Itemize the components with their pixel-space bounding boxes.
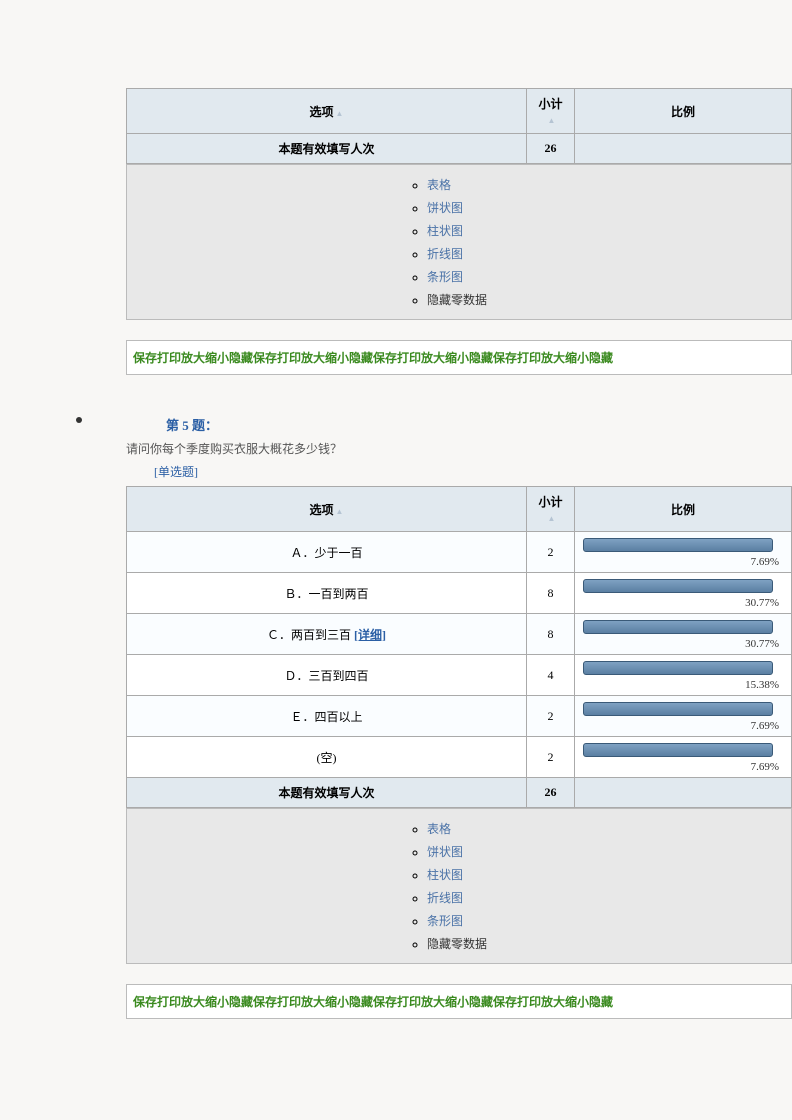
header-ratio: 比例 xyxy=(575,487,792,532)
table-row: Ｂ．一百到两百 8 30.77% xyxy=(127,573,792,614)
summary-count: 26 xyxy=(527,134,575,164)
actions-bar: 保存打印放大缩小隐藏保存打印放大缩小隐藏保存打印放大缩小隐藏保存打印放大缩小隐藏 xyxy=(126,984,792,1019)
pct-label: 30.77% xyxy=(745,638,779,650)
count-cell: 8 xyxy=(527,614,575,655)
actions-bar: 保存打印放大缩小隐藏保存打印放大缩小隐藏保存打印放大缩小隐藏保存打印放大缩小隐藏 xyxy=(126,340,792,375)
chart-option-column[interactable]: 柱状图 xyxy=(427,863,791,886)
chart-option-pie[interactable]: 饼状图 xyxy=(427,840,791,863)
option-cell: Ｂ．一百到两百 xyxy=(127,573,527,614)
chart-option-bar[interactable]: 条形图 xyxy=(427,265,791,288)
summary-label: 本题有效填写人次 xyxy=(127,134,527,164)
sort-icon[interactable]: ▲ xyxy=(336,109,344,118)
summary-blank xyxy=(575,778,792,808)
option-cell: Ｅ．四百以上 xyxy=(127,696,527,737)
chart-option-table[interactable]: 表格 xyxy=(427,817,791,840)
chart-option-pie[interactable]: 饼状图 xyxy=(427,196,791,219)
header-count[interactable]: 小计▲ xyxy=(527,487,575,532)
summary-row: 本题有效填写人次 26 xyxy=(127,134,792,164)
ratio-cell: 30.77% xyxy=(575,573,792,614)
table-row: Ｄ．三百到四百 4 15.38% xyxy=(127,655,792,696)
actions-text[interactable]: 保存打印放大缩小隐藏保存打印放大缩小隐藏保存打印放大缩小隐藏保存打印放大缩小隐藏 xyxy=(133,995,613,1009)
chart-option-line[interactable]: 折线图 xyxy=(427,886,791,909)
ratio-cell: 7.69% xyxy=(575,532,792,573)
option-cell: (空) xyxy=(127,737,527,778)
bar-icon xyxy=(583,702,773,716)
table-row: Ｃ．两百到三百 [详细] 8 30.77% xyxy=(127,614,792,655)
bar-icon xyxy=(583,620,773,634)
ratio-cell: 7.69% xyxy=(575,737,792,778)
table-row: Ａ．少于一百 2 7.69% xyxy=(127,532,792,573)
option-cell: Ｃ．两百到三百 [详细] xyxy=(127,614,527,655)
pct-label: 7.69% xyxy=(751,761,779,773)
sort-icon[interactable]: ▲ xyxy=(548,116,556,125)
table-row: (空) 2 7.69% xyxy=(127,737,792,778)
sort-icon[interactable]: ▲ xyxy=(548,514,556,523)
header-ratio: 比例 xyxy=(575,89,792,134)
ratio-cell: 7.69% xyxy=(575,696,792,737)
chart-option-hidezero[interactable]: 隐藏零数据 xyxy=(427,932,791,955)
ratio-cell: 15.38% xyxy=(575,655,792,696)
header-count[interactable]: 小计▲ xyxy=(527,89,575,134)
bar-icon xyxy=(583,579,773,593)
option-cell: Ｄ．三百到四百 xyxy=(127,655,527,696)
summary-blank xyxy=(575,134,792,164)
pct-label: 7.69% xyxy=(751,720,779,732)
chart-option-column[interactable]: 柱状图 xyxy=(427,219,791,242)
table-row: Ｅ．四百以上 2 7.69% xyxy=(127,696,792,737)
bar-icon xyxy=(583,661,773,675)
chart-option-hidezero[interactable]: 隐藏零数据 xyxy=(427,288,791,311)
count-cell: 2 xyxy=(527,532,575,573)
question-label: 第 5 题： xyxy=(166,418,218,433)
pct-label: 15.38% xyxy=(745,679,779,691)
header-option[interactable]: 选项▲ xyxy=(127,89,527,134)
summary-label: 本题有效填写人次 xyxy=(127,778,527,808)
chart-type-selector: 表格 饼状图 柱状图 折线图 条形图 隐藏零数据 xyxy=(126,164,792,320)
summary-count: 26 xyxy=(527,778,575,808)
table-header-row: 选项▲ 小计▲ 比例 xyxy=(127,487,792,532)
survey-table-q5: 选项▲ 小计▲ 比例 Ａ．少于一百 2 7.69% Ｂ．一百到两百 8 xyxy=(126,486,792,808)
bar-icon xyxy=(583,538,773,552)
chart-option-bar[interactable]: 条形图 xyxy=(427,909,791,932)
chart-option-table[interactable]: 表格 xyxy=(427,173,791,196)
count-cell: 4 xyxy=(527,655,575,696)
table-header-row: 选项▲ 小计▲ 比例 xyxy=(127,89,792,134)
actions-text[interactable]: 保存打印放大缩小隐藏保存打印放大缩小隐藏保存打印放大缩小隐藏保存打印放大缩小隐藏 xyxy=(133,351,613,365)
survey-table-prev: 选项▲ 小计▲ 比例 本题有效填写人次 26 xyxy=(126,88,792,164)
question-type: [单选题] xyxy=(154,463,792,480)
bullet-icon xyxy=(76,417,82,423)
bar-icon xyxy=(583,743,773,757)
question-text: 请问你每个季度购买衣服大概花多少钱？ xyxy=(126,440,792,457)
pct-label: 7.69% xyxy=(751,556,779,568)
pct-label: 30.77% xyxy=(745,597,779,609)
count-cell: 8 xyxy=(527,573,575,614)
chart-option-line[interactable]: 折线图 xyxy=(427,242,791,265)
count-cell: 2 xyxy=(527,696,575,737)
header-option[interactable]: 选项▲ xyxy=(127,487,527,532)
count-cell: 2 xyxy=(527,737,575,778)
ratio-cell: 30.77% xyxy=(575,614,792,655)
summary-row: 本题有效填写人次 26 xyxy=(127,778,792,808)
sort-icon[interactable]: ▲ xyxy=(336,507,344,516)
detail-link[interactable]: [详细] xyxy=(354,628,386,642)
option-cell: Ａ．少于一百 xyxy=(127,532,527,573)
question-5-block: 第 5 题： 请问你每个季度购买衣服大概花多少钱？ [单选题] 选项▲ 小计▲ … xyxy=(126,415,792,1019)
chart-type-selector: 表格 饼状图 柱状图 折线图 条形图 隐藏零数据 xyxy=(126,808,792,964)
